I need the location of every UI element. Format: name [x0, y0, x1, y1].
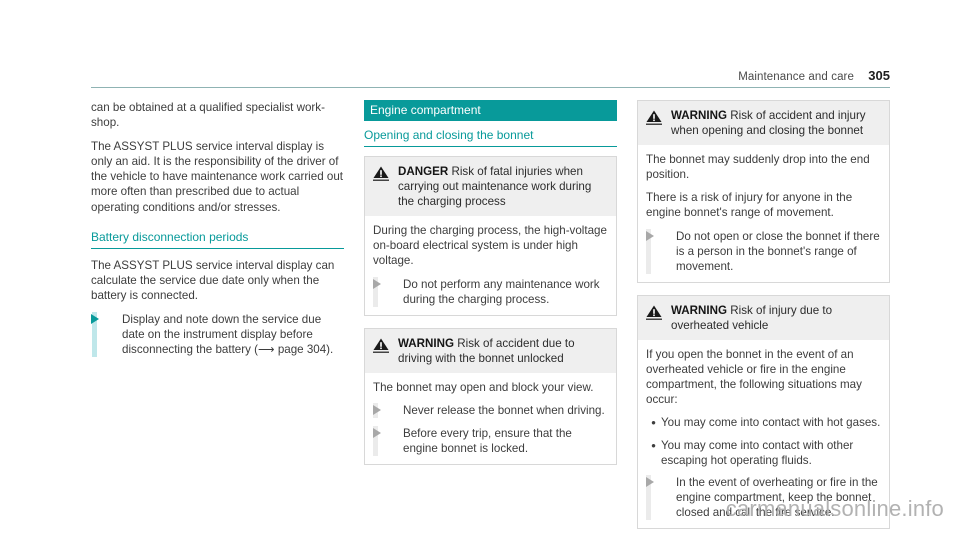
page-columns: can be obtained at a qualified specialis…	[91, 100, 890, 541]
bullet-dot-icon: •	[651, 437, 656, 453]
warning-box-title: WARNING Risk of accident and injury when…	[671, 108, 881, 138]
list-item-text: You may come into contact with other esc…	[661, 438, 854, 467]
warning-box-body: The bonnet may open and block your view.…	[365, 373, 616, 464]
action-text: Do not open or close the bonnet if there…	[676, 229, 880, 273]
action-step: Do not perform any maintenance work duri…	[373, 276, 608, 307]
list-item: • You may come into contact with other e…	[646, 438, 881, 468]
action-triangle-icon	[373, 278, 381, 289]
list-item-text: You may come into contact with hot gases…	[661, 416, 881, 430]
warning-box-overheated-vehicle: WARNING Risk of injury due to overheated…	[637, 294, 890, 529]
warning-level-label: WARNING	[671, 303, 728, 317]
paragraph: There is a risk of injury for anyone in …	[646, 191, 853, 220]
warning-triangle-icon	[372, 164, 392, 209]
action-step: Never release the bonnet when driving.	[373, 403, 608, 419]
paragraph: The ASSYST PLUS service interval display…	[91, 140, 343, 214]
action-step: Before every trip, ensure that the engin…	[373, 426, 608, 457]
warning-box-title: WARNING Risk of accident due to driving …	[398, 336, 608, 366]
right-column: WARNING Risk of accident and injury when…	[637, 100, 890, 541]
warning-box-header: WARNING Risk of accident and injury when…	[638, 101, 889, 146]
warning-box-opening-closing-bonnet: WARNING Risk of accident and injury when…	[637, 100, 890, 283]
warning-box-body: The bonnet may suddenly drop into the en…	[638, 145, 889, 282]
warning-box-header: WARNING Risk of injury due to overheated…	[638, 295, 889, 341]
page-title: Maintenance and care	[738, 71, 854, 83]
warning-box-header: WARNING Risk of accident due to driving …	[365, 328, 616, 373]
warning-triangle-icon	[645, 108, 665, 138]
bullet-dot-icon: •	[651, 415, 656, 431]
action-triangle-icon	[646, 230, 654, 241]
action-triangle-icon	[646, 476, 654, 487]
paragraph: can be obtained at a qualified specialis…	[91, 101, 325, 130]
warning-box-danger: DANGER Risk of fatal injuries when carry…	[364, 156, 617, 316]
warning-triangle-icon	[372, 336, 392, 366]
action-triangle-icon	[373, 428, 381, 439]
action-step: Do not open or close the bonnet if there…	[646, 228, 881, 274]
warning-level-label: DANGER	[398, 165, 449, 178]
middle-column: Engine compartment Opening and closing t…	[364, 100, 617, 541]
paragraph: The ASSYST PLUS service interval display…	[91, 258, 335, 302]
action-triangle-icon	[91, 313, 99, 324]
list-item: • You may come into contact with hot gas…	[646, 415, 881, 430]
section-bar-engine-compartment: Engine compartment	[364, 100, 617, 121]
page-number: 305	[868, 68, 890, 83]
warning-box-title: DANGER Risk of fatal injuries when carry…	[398, 164, 608, 209]
warning-level-label: WARNING	[398, 336, 455, 350]
page-header: Maintenance and care 305	[91, 68, 890, 90]
warning-level-label: WARNING	[671, 109, 728, 122]
watermark: carmanualsonline.info	[725, 496, 944, 521]
subheading-battery-disconnection: Battery disconnection periods	[91, 229, 344, 249]
paragraph: During the charging process, the high-vo…	[373, 224, 607, 268]
warning-box-header: DANGER Risk of fatal injuries when carry…	[365, 157, 616, 217]
paragraph: If you open the bonnet in the event of a…	[646, 348, 862, 407]
subheading-opening-closing-bonnet: Opening and closing the bonnet	[364, 127, 617, 147]
action-text: Never release the bonnet when driving.	[403, 404, 605, 418]
left-column: can be obtained at a qualified specialis…	[91, 100, 344, 541]
action-triangle-icon	[373, 405, 381, 416]
action-text: Display and note down the service due da…	[122, 312, 334, 357]
paragraph: The bonnet may open and block your view.	[373, 380, 594, 394]
header-divider	[91, 87, 890, 88]
action-text: Before every trip, ensure that the engin…	[403, 427, 572, 456]
warning-box-title: WARNING Risk of injury due to overheated…	[671, 303, 881, 333]
action-text: Do not perform any maintenance work duri…	[403, 277, 600, 306]
action-step: Display and note down the service due da…	[91, 311, 344, 358]
warning-box-body: During the charging process, the high-vo…	[365, 216, 616, 314]
warning-box-bonnet-unlocked: WARNING Risk of accident due to driving …	[364, 327, 617, 466]
warning-triangle-icon	[645, 303, 665, 333]
paragraph: The bonnet may suddenly drop into the en…	[646, 153, 870, 182]
